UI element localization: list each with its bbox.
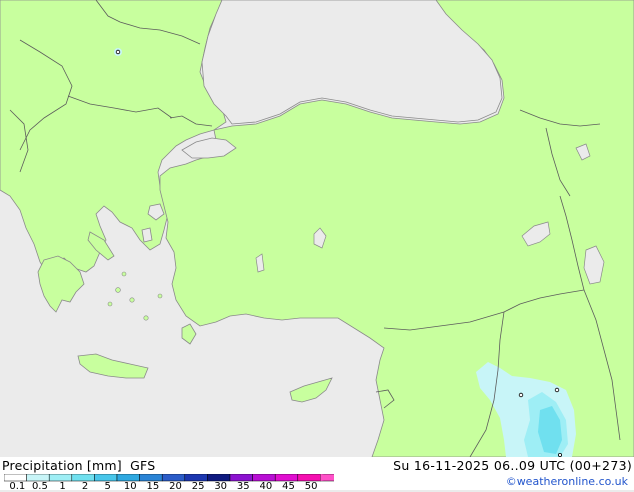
precipitation-map xyxy=(0,0,634,457)
legend-swatch-5 xyxy=(116,474,140,482)
legend-swatch-3 xyxy=(71,474,95,482)
legend-tick-0: 0.1 xyxy=(9,481,26,492)
legend-swatch-1 xyxy=(26,474,50,482)
legend-swatch-7 xyxy=(161,474,186,482)
island-cyclades-2 xyxy=(129,297,135,303)
legend-swatch-0 xyxy=(4,474,27,482)
forecast-datetime: Su 16-11-2025 06..09 UTC (00+273) xyxy=(393,458,632,473)
legend-swatch-9 xyxy=(207,474,231,482)
legend-tick-12: 45 xyxy=(282,481,295,492)
legend-tick-1: 0.5 xyxy=(31,481,48,492)
product-title: Precipitation [mm] GFS xyxy=(2,458,155,473)
precipitation-legend: 0.1 0.5 1 2 5 10 15 20 25 30 35 40 45 50 xyxy=(4,474,334,492)
legend-tick-10: 35 xyxy=(236,481,250,492)
legend-tick-4: 5 xyxy=(104,481,111,492)
legend-tick-6: 15 xyxy=(146,481,160,492)
legend-swatch-6 xyxy=(139,474,163,482)
legend-swatch-13 xyxy=(297,474,321,482)
legend-tick-13: 50 xyxy=(304,481,318,492)
island-dodecanese-1 xyxy=(143,315,149,321)
island-cyclades-4 xyxy=(121,271,127,277)
legend-tick-2: 1 xyxy=(59,481,66,492)
island-cyclades-3 xyxy=(107,301,113,307)
legend-swatch-2 xyxy=(48,474,73,482)
island-dodecanese-2 xyxy=(157,293,163,299)
legend-swatch-8 xyxy=(184,474,208,482)
model-name: GFS xyxy=(130,458,156,473)
station-marker-1 xyxy=(115,49,121,55)
product-title-text: Precipitation [mm] xyxy=(2,458,122,473)
island-cyclades-1 xyxy=(115,287,121,293)
legend-swatch-4 xyxy=(94,474,118,482)
legend-swatch-11 xyxy=(252,474,276,482)
legend-tick-3: 2 xyxy=(81,481,89,492)
legend-tick-8: 25 xyxy=(191,481,205,492)
island-chios xyxy=(141,227,153,243)
credit-link[interactable]: ©weatheronline.co.uk xyxy=(506,475,628,488)
footer-bar: Precipitation [mm] GFS Su 16-11-2025 06.… xyxy=(0,457,634,492)
legend-swatch-12 xyxy=(274,474,299,482)
legend-tick-7: 20 xyxy=(169,481,182,492)
station-marker-2 xyxy=(518,392,524,398)
legend-tick-9: 30 xyxy=(214,481,228,492)
legend-tick-11: 40 xyxy=(259,481,273,492)
station-marker-3 xyxy=(554,387,560,393)
legend-tick-5: 10 xyxy=(123,481,137,492)
legend-swatch-10 xyxy=(229,474,253,482)
